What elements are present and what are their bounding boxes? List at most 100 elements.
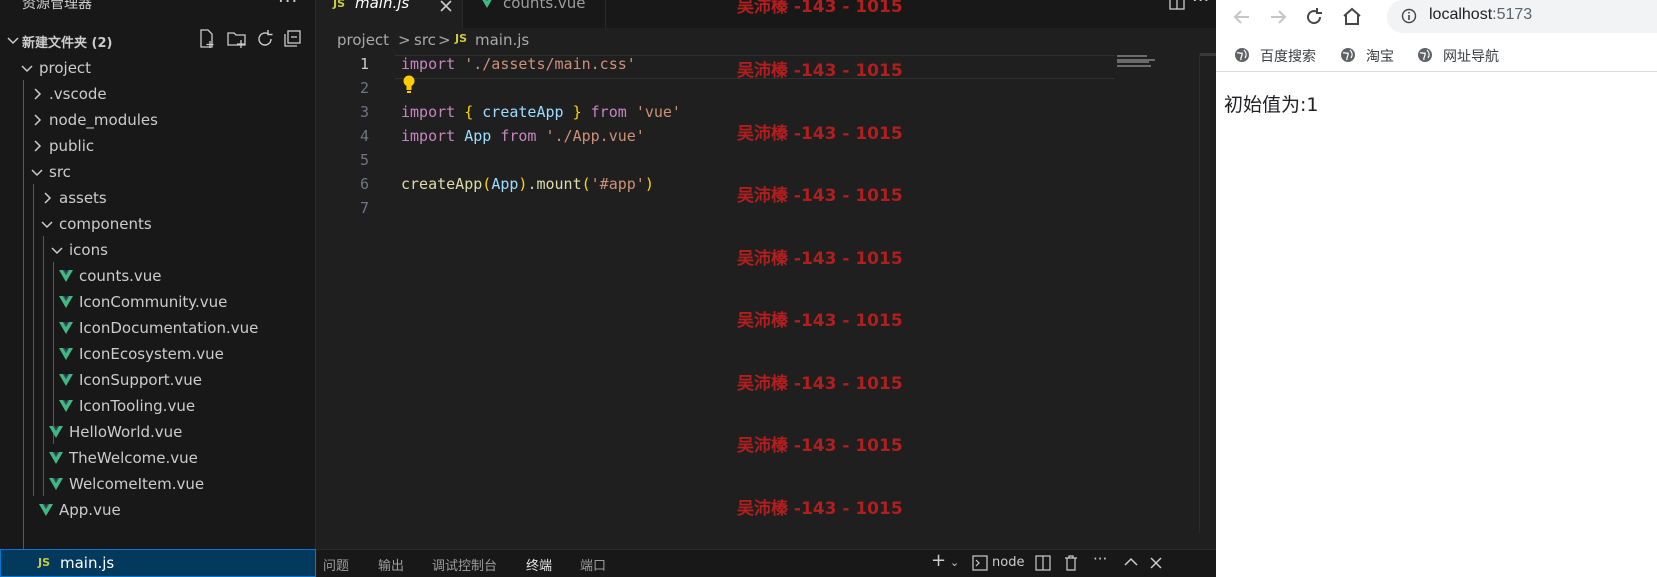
tree-item-src[interactable]: src bbox=[0, 159, 316, 185]
tree-item-icondocumentation-vue[interactable]: IconDocumentation.vue bbox=[0, 315, 316, 341]
tree-item-label: icons bbox=[69, 241, 108, 259]
tree-item-assets[interactable]: assets bbox=[0, 185, 316, 211]
refresh-icon[interactable] bbox=[254, 28, 276, 50]
watermark: 吴沛榛 -143 - 1015 bbox=[737, 249, 903, 269]
chevron-right-icon bbox=[44, 192, 52, 204]
breadcrumb-item[interactable]: src bbox=[414, 31, 436, 49]
vue-file-icon bbox=[49, 426, 63, 438]
token-keyword: from bbox=[500, 127, 537, 145]
back-icon[interactable] bbox=[1230, 5, 1254, 29]
panel-tab-terminal[interactable]: 终端 bbox=[526, 555, 552, 574]
tab-label: counts.vue bbox=[503, 0, 586, 12]
collapse-all-icon[interactable] bbox=[282, 28, 304, 50]
bookmark-label: 网址导航 bbox=[1443, 49, 1499, 65]
tree-item-iconecosystem-vue[interactable]: IconEcosystem.vue bbox=[0, 341, 316, 367]
scrollbar-thumb[interactable] bbox=[1200, 53, 1217, 56]
more-icon[interactable]: ··· bbox=[1093, 550, 1107, 568]
terminal-name[interactable]: node bbox=[992, 555, 1024, 570]
browser-toolbar: localhost:5173 bbox=[1216, 0, 1657, 34]
tree-item-project[interactable]: project bbox=[0, 55, 316, 81]
tree-item-label: node_modules bbox=[49, 111, 158, 129]
breadcrumb-separator-icon: > bbox=[438, 31, 451, 49]
tree-item-app-vue[interactable]: App.vue bbox=[0, 497, 316, 523]
tree-item-counts-vue[interactable]: counts.vue bbox=[0, 263, 316, 289]
panel-tab-ports[interactable]: 端口 bbox=[580, 555, 606, 574]
code-line: import App from './App.vue' bbox=[401, 127, 645, 145]
editor-area: JS main.js counts.vue ··· project > src … bbox=[317, 0, 1217, 577]
js-file-icon: JS bbox=[333, 0, 346, 10]
tree-item-icontooling-vue[interactable]: IconTooling.vue bbox=[0, 393, 316, 419]
chevron-right-icon bbox=[34, 140, 42, 152]
folder-toolbar bbox=[196, 28, 312, 52]
vue-file-icon bbox=[59, 374, 73, 386]
tree-item-label: project bbox=[39, 59, 92, 77]
chevron-down-icon bbox=[41, 221, 53, 229]
home-icon[interactable] bbox=[1340, 5, 1364, 29]
tree-item-label: App.vue bbox=[59, 501, 121, 519]
tree-item-components[interactable]: components bbox=[0, 211, 316, 237]
new-folder-icon[interactable] bbox=[226, 28, 248, 50]
tree-item-iconcommunity-vue[interactable]: IconCommunity.vue bbox=[0, 289, 316, 315]
line-number: 6 bbox=[359, 175, 369, 193]
code-line: import { createApp } from 'vue' bbox=[401, 103, 681, 121]
line-number: 7 bbox=[359, 199, 369, 217]
explorer-title: 资源管理器 bbox=[22, 0, 92, 12]
split-editor-icon[interactable] bbox=[1168, 0, 1186, 12]
tree-item-welcomeitem-vue[interactable]: WelcomeItem.vue bbox=[0, 471, 316, 497]
token-bracket: ) bbox=[644, 175, 654, 193]
folder-name: 新建文件夹 (2) bbox=[22, 36, 113, 51]
token-function: mount bbox=[536, 175, 582, 193]
breadcrumb-item[interactable]: project bbox=[337, 31, 389, 49]
tree-item-main-js-selected[interactable]: JS main.js bbox=[0, 549, 316, 577]
tree-item-iconsupport-vue[interactable]: IconSupport.vue bbox=[0, 367, 316, 393]
js-file-icon: JS bbox=[38, 556, 51, 569]
info-icon[interactable] bbox=[1401, 8, 1417, 24]
new-terminal-icon[interactable]: + bbox=[931, 550, 946, 571]
tree-item-helloworld-vue[interactable]: HelloWorld.vue bbox=[0, 419, 316, 445]
tree-item-label: public bbox=[49, 137, 95, 155]
tree-item-label: assets bbox=[59, 189, 107, 207]
token-identifier: App bbox=[464, 127, 492, 145]
chevron-down-icon bbox=[31, 169, 43, 177]
token-bracket: ( bbox=[482, 175, 492, 193]
new-file-icon[interactable] bbox=[196, 28, 218, 50]
chevron-down-icon bbox=[51, 247, 63, 255]
chevron-down-icon[interactable]: ⌄ bbox=[950, 556, 959, 569]
explorer-more-icon[interactable]: ··· bbox=[278, 0, 298, 12]
editor-scrollbar[interactable] bbox=[1199, 53, 1217, 533]
js-file-icon: JS bbox=[455, 32, 468, 45]
panel-tab-output[interactable]: 输出 bbox=[378, 555, 404, 574]
tab-main-js[interactable]: JS main.js bbox=[317, 0, 463, 28]
line-number: 4 bbox=[359, 127, 369, 145]
forward-icon[interactable] bbox=[1266, 5, 1290, 29]
tab-counts-vue[interactable]: counts.vue bbox=[463, 0, 606, 28]
split-terminal-icon[interactable] bbox=[1035, 555, 1051, 571]
tree-item-label: WelcomeItem.vue bbox=[69, 475, 205, 493]
close-icon[interactable] bbox=[1149, 556, 1163, 570]
more-actions-icon[interactable]: ··· bbox=[1192, 0, 1209, 11]
breadcrumb-separator-icon: > bbox=[398, 31, 411, 49]
tree-item-thewelcome-vue[interactable]: TheWelcome.vue bbox=[0, 445, 316, 471]
watermark: 吴沛榛 -143 - 1015 bbox=[737, 436, 903, 456]
breadcrumb-item[interactable]: main.js bbox=[475, 31, 529, 49]
address-bar[interactable]: localhost:5173 bbox=[1387, 0, 1657, 33]
lightbulb-icon[interactable] bbox=[402, 74, 416, 94]
reload-icon[interactable] bbox=[1302, 5, 1326, 29]
minimap[interactable] bbox=[1117, 55, 1162, 67]
close-icon[interactable] bbox=[438, 0, 454, 14]
token-string: './assets/main.css' bbox=[464, 55, 636, 73]
vue-file-icon bbox=[49, 452, 63, 464]
watermark: 吴沛榛 -143 - 1015 bbox=[737, 61, 903, 81]
vue-file-icon bbox=[49, 478, 63, 490]
watermark: 吴沛榛 -143 - 1015 bbox=[737, 0, 903, 17]
trash-icon[interactable] bbox=[1063, 554, 1079, 572]
tree-item-node-modules[interactable]: node_modules bbox=[0, 107, 316, 133]
tree-item-vscode[interactable]: .vscode bbox=[0, 81, 316, 107]
panel-tab-debug-console[interactable]: 调试控制台 bbox=[432, 555, 497, 574]
tree-item-public[interactable]: public bbox=[0, 133, 316, 159]
panel-tab-problems[interactable]: 问题 bbox=[323, 555, 349, 574]
tree-item-label: components bbox=[59, 215, 152, 233]
chevron-up-icon[interactable] bbox=[1123, 556, 1139, 568]
tree-item-icons[interactable]: icons bbox=[0, 237, 316, 263]
chevron-right-icon bbox=[34, 88, 42, 100]
